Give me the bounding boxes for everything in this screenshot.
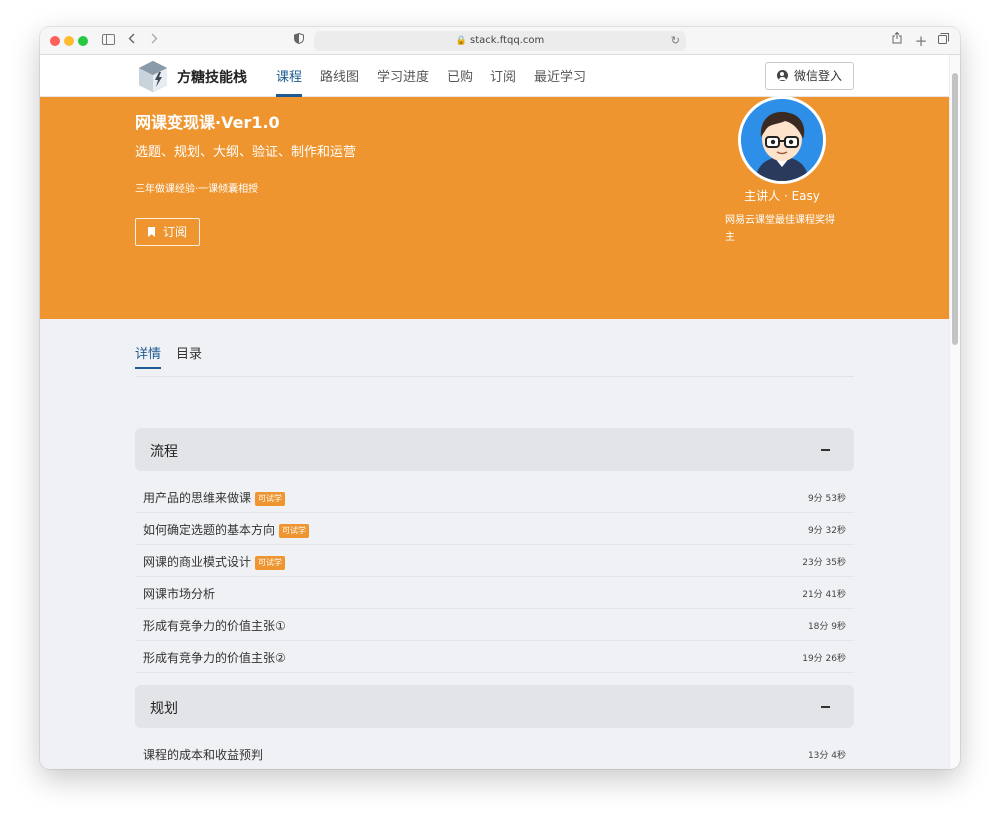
sidebar-toggle-icon[interactable] [100, 32, 116, 50]
bookmark-icon [147, 227, 155, 237]
subscribe-button[interactable]: 订阅 [135, 218, 200, 246]
course-hero: 网课变现课·Ver1.0 选题、规划、大纲、验证、制作和运营 三年做课经验·一课… [40, 96, 949, 319]
new-tab-icon[interactable]: + [914, 32, 928, 50]
lesson-row[interactable]: 网课的商业模式设计 可试学 23分 35秒 [135, 545, 854, 577]
chapter-header[interactable]: 规划 [135, 685, 854, 728]
user-icon [776, 70, 788, 81]
tab-details[interactable]: 详情 [135, 343, 162, 369]
logo-icon[interactable] [136, 59, 170, 93]
nav-courses[interactable]: 课程 [276, 66, 303, 97]
lesson-title: 形成有竞争力的价值主张① [143, 619, 286, 633]
lesson-title: 课程的成本和收益预判 [143, 748, 264, 762]
lesson-title: 形成有竞争力的价值主张② [143, 651, 286, 665]
close-window-button[interactable] [50, 36, 60, 46]
nav-purchased[interactable]: 已购 [447, 66, 473, 97]
lesson-row[interactable]: 如何确定选题的基本方向 可试学 9分 32秒 [135, 513, 854, 545]
brand-name[interactable]: 方糖技能栈 [177, 67, 247, 87]
collapse-icon[interactable] [821, 449, 830, 451]
url-text: stack.ftqq.com [469, 35, 545, 46]
lesson-duration: 23分 35秒 [802, 558, 846, 568]
course-slogan: 三年做课经验·一课倾囊相授 [135, 184, 259, 195]
lesson-title: 网课的商业模式设计 可试学 [143, 553, 286, 570]
lesson-row[interactable]: 课程的成本和收益预判 13分 4秒 [135, 738, 854, 769]
lesson-duration: 18分 9秒 [807, 622, 846, 632]
trial-badge: 可试学 [255, 492, 286, 506]
nav-subscriptions[interactable]: 订阅 [490, 66, 516, 97]
tabs-divider [135, 376, 854, 377]
forward-icon[interactable] [148, 32, 160, 50]
lesson-title: 用产品的思维来做课 可试学 [143, 489, 286, 506]
lesson-duration: 9分 53秒 [807, 494, 846, 504]
browser-toolbar: 🔒 stack.ftqq.com ↻ + [40, 27, 960, 55]
lesson-row[interactable]: 网课市场分析 21分 41秒 [135, 577, 854, 609]
back-icon[interactable] [126, 32, 138, 50]
lecturer-name: 主讲人 · Easy [744, 189, 820, 203]
scroll-thumb[interactable] [952, 73, 958, 345]
minimize-window-button[interactable] [64, 36, 74, 46]
chapter-title: 规划 [150, 701, 178, 717]
lesson-duration: 19分 26秒 [802, 654, 846, 664]
course-title: 网课变现课·Ver1.0 [135, 113, 280, 132]
lesson-row[interactable]: 用产品的思维来做课 可试学 9分 53秒 [135, 481, 854, 513]
tab-catalog[interactable]: 目录 [176, 343, 202, 369]
site-navbar: 方糖技能栈 课程 路线图 学习进度 已购 订阅 最近学习 微信登入 [40, 55, 949, 97]
lesson-duration: 9分 32秒 [807, 526, 846, 536]
login-label: 微信登入 [793, 69, 842, 83]
browser-window: 🔒 stack.ftqq.com ↻ + 方糖技能栈 课程 路线图 学习进度 已… [40, 27, 960, 769]
lecturer-award: 网易云课堂最佳课程奖得主 [725, 215, 835, 243]
lecturer-avatar [738, 96, 826, 184]
chapter-header[interactable]: 流程 [135, 428, 854, 471]
lesson-row[interactable]: 形成有竞争力的价值主张② 19分 26秒 [135, 641, 854, 673]
lesson-duration: 21分 41秒 [802, 590, 846, 600]
chapter-title: 流程 [150, 444, 178, 460]
nav-progress[interactable]: 学习进度 [377, 66, 429, 97]
wechat-login-button[interactable]: 微信登入 [765, 62, 854, 90]
reload-icon[interactable]: ↻ [671, 31, 680, 51]
course-subtitle: 选题、规划、大纲、验证、制作和运营 [135, 145, 357, 160]
address-bar[interactable]: 🔒 stack.ftqq.com ↻ [314, 31, 686, 51]
subscribe-label: 订阅 [162, 225, 187, 239]
trial-badge: 可试学 [279, 524, 310, 538]
lesson-title: 如何确定选题的基本方向 可试学 [143, 521, 310, 538]
lesson-row[interactable]: 形成有竞争力的价值主张① 18分 9秒 [135, 609, 854, 641]
privacy-shield-icon[interactable] [292, 32, 306, 50]
tab-overview-icon[interactable] [936, 32, 950, 50]
nav-roadmap[interactable]: 路线图 [320, 66, 359, 97]
share-icon[interactable] [890, 31, 904, 50]
lesson-duration: 13分 4秒 [807, 751, 846, 761]
zoom-window-button[interactable] [78, 36, 88, 46]
vertical-scrollbar[interactable] [949, 55, 960, 769]
lock-icon: 🔒 [455, 36, 467, 46]
trial-badge: 可试学 [255, 556, 286, 570]
lesson-title: 网课市场分析 [143, 587, 216, 601]
page-viewport: 方糖技能栈 课程 路线图 学习进度 已购 订阅 最近学习 微信登入 网课变现课·… [40, 55, 949, 769]
nav-recent[interactable]: 最近学习 [534, 66, 586, 97]
collapse-icon[interactable] [821, 706, 830, 708]
